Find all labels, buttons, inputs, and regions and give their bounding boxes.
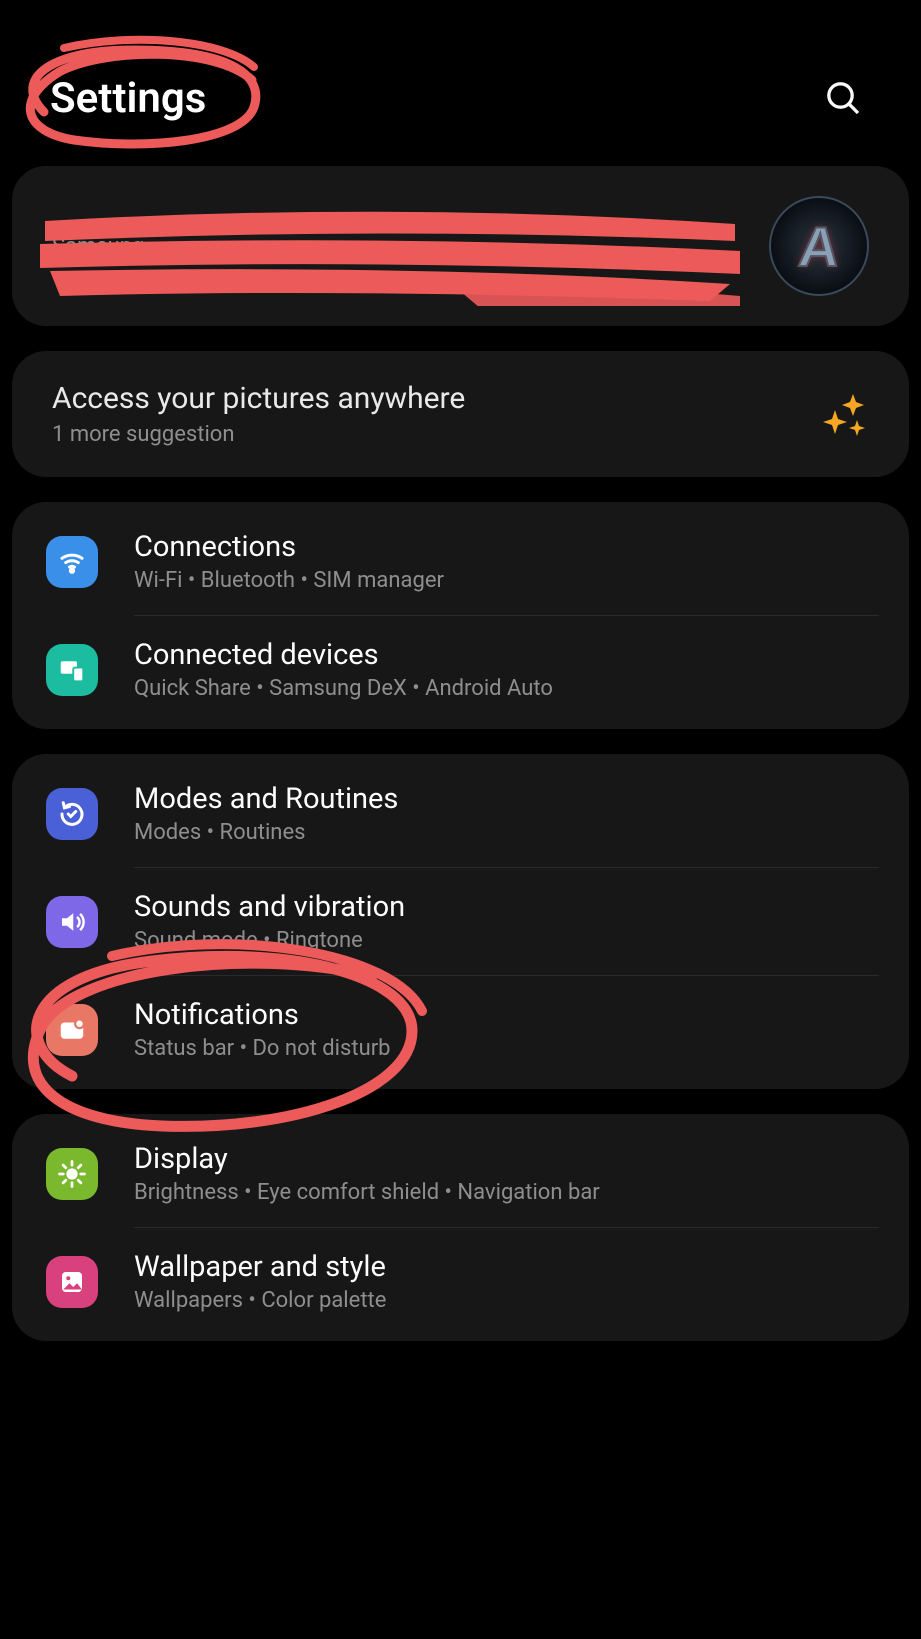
wifi-icon [46, 536, 98, 588]
avatar-logo: A [796, 214, 842, 279]
row-title: Connected devices [134, 638, 879, 672]
wallpaper-icon [46, 1256, 98, 1308]
sound-icon [46, 896, 98, 948]
suggestion-card[interactable]: Access your pictures anywhere 1 more sug… [12, 351, 909, 477]
account-avatar: A [769, 196, 869, 296]
row-sounds-vibration[interactable]: Sounds and vibration Sound mode • Ringto… [12, 868, 909, 975]
row-connections[interactable]: Connections Wi-Fi • Bluetooth • SIM mana… [12, 508, 909, 615]
modes-icon [46, 788, 98, 840]
row-title: Sounds and vibration [134, 890, 879, 924]
connected-devices-icon [46, 644, 98, 696]
settings-group-connections: Connections Wi-Fi • Bluetooth • SIM mana… [12, 502, 909, 729]
settings-group-system: Modes and Routines Modes • Routines Soun… [12, 754, 909, 1089]
row-subtitle: Wi-Fi • Bluetooth • SIM manager [134, 568, 879, 593]
search-button[interactable] [815, 70, 871, 126]
suggestion-subtitle: 1 more suggestion [52, 422, 465, 447]
settings-group-display: Display Brightness • Eye comfort shield … [12, 1114, 909, 1341]
row-connected-devices[interactable]: Connected devices Quick Share • Samsung … [12, 616, 909, 723]
row-modes-routines[interactable]: Modes and Routines Modes • Routines [12, 760, 909, 867]
sparkle-icon [817, 388, 869, 440]
row-title: Notifications [134, 998, 879, 1032]
row-subtitle: Brightness • Eye comfort shield • Naviga… [134, 1180, 879, 1205]
display-icon [46, 1148, 98, 1200]
row-notifications[interactable]: Notifications Status bar • Do not distur… [12, 976, 909, 1083]
search-icon [823, 78, 863, 118]
row-title: Display [134, 1142, 879, 1176]
row-subtitle: Sound mode • Ringtone [134, 928, 879, 953]
row-subtitle: Wallpapers • Color palette [134, 1288, 879, 1313]
row-subtitle: Quick Share • Samsung DeX • Android Auto [134, 676, 879, 701]
suggestion-title: Access your pictures anywhere [52, 381, 465, 416]
notifications-icon [46, 1004, 98, 1056]
account-subtitle: Samsung [52, 234, 769, 259]
account-card[interactable]: Samsung A [12, 166, 909, 326]
row-title: Wallpaper and style [134, 1250, 879, 1284]
row-title: Modes and Routines [134, 782, 879, 816]
row-subtitle: Modes • Routines [134, 820, 879, 845]
row-wallpaper-style[interactable]: Wallpaper and style Wallpapers • Color p… [12, 1228, 909, 1335]
header: Settings [0, 0, 921, 166]
page-title: Settings [50, 74, 206, 123]
row-title: Connections [134, 530, 879, 564]
row-subtitle: Status bar • Do not disturb [134, 1036, 879, 1061]
row-display[interactable]: Display Brightness • Eye comfort shield … [12, 1120, 909, 1227]
